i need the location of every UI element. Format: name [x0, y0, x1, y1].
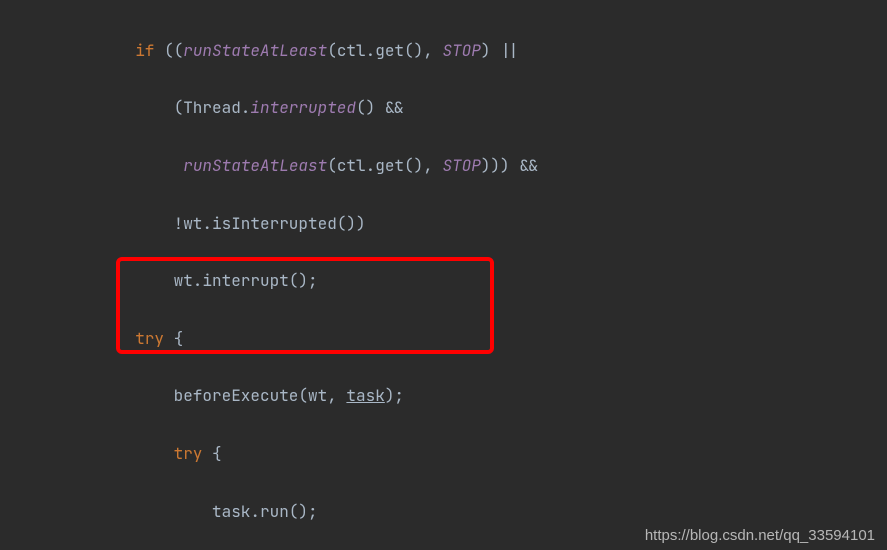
code-line: beforeExecute(wt, task); — [20, 382, 887, 411]
code-line: runStateAtLeast(ctl.get(), STOP))) && — [20, 152, 887, 181]
code-line: wt.interrupt(); — [20, 267, 887, 296]
code-line: try { — [20, 325, 887, 354]
code-line: try { — [20, 440, 887, 469]
code-line: !wt.isInterrupted()) — [20, 210, 887, 239]
code-line: task.run(); — [20, 498, 887, 527]
watermark-text: https://blog.csdn.net/qq_33594101 — [645, 527, 875, 544]
code-line: (Thread.interrupted() && — [20, 94, 887, 123]
code-line: if ((runStateAtLeast(ctl.get(), STOP) || — [20, 37, 887, 66]
code-editor[interactable]: if ((runStateAtLeast(ctl.get(), STOP) ||… — [0, 0, 887, 550]
